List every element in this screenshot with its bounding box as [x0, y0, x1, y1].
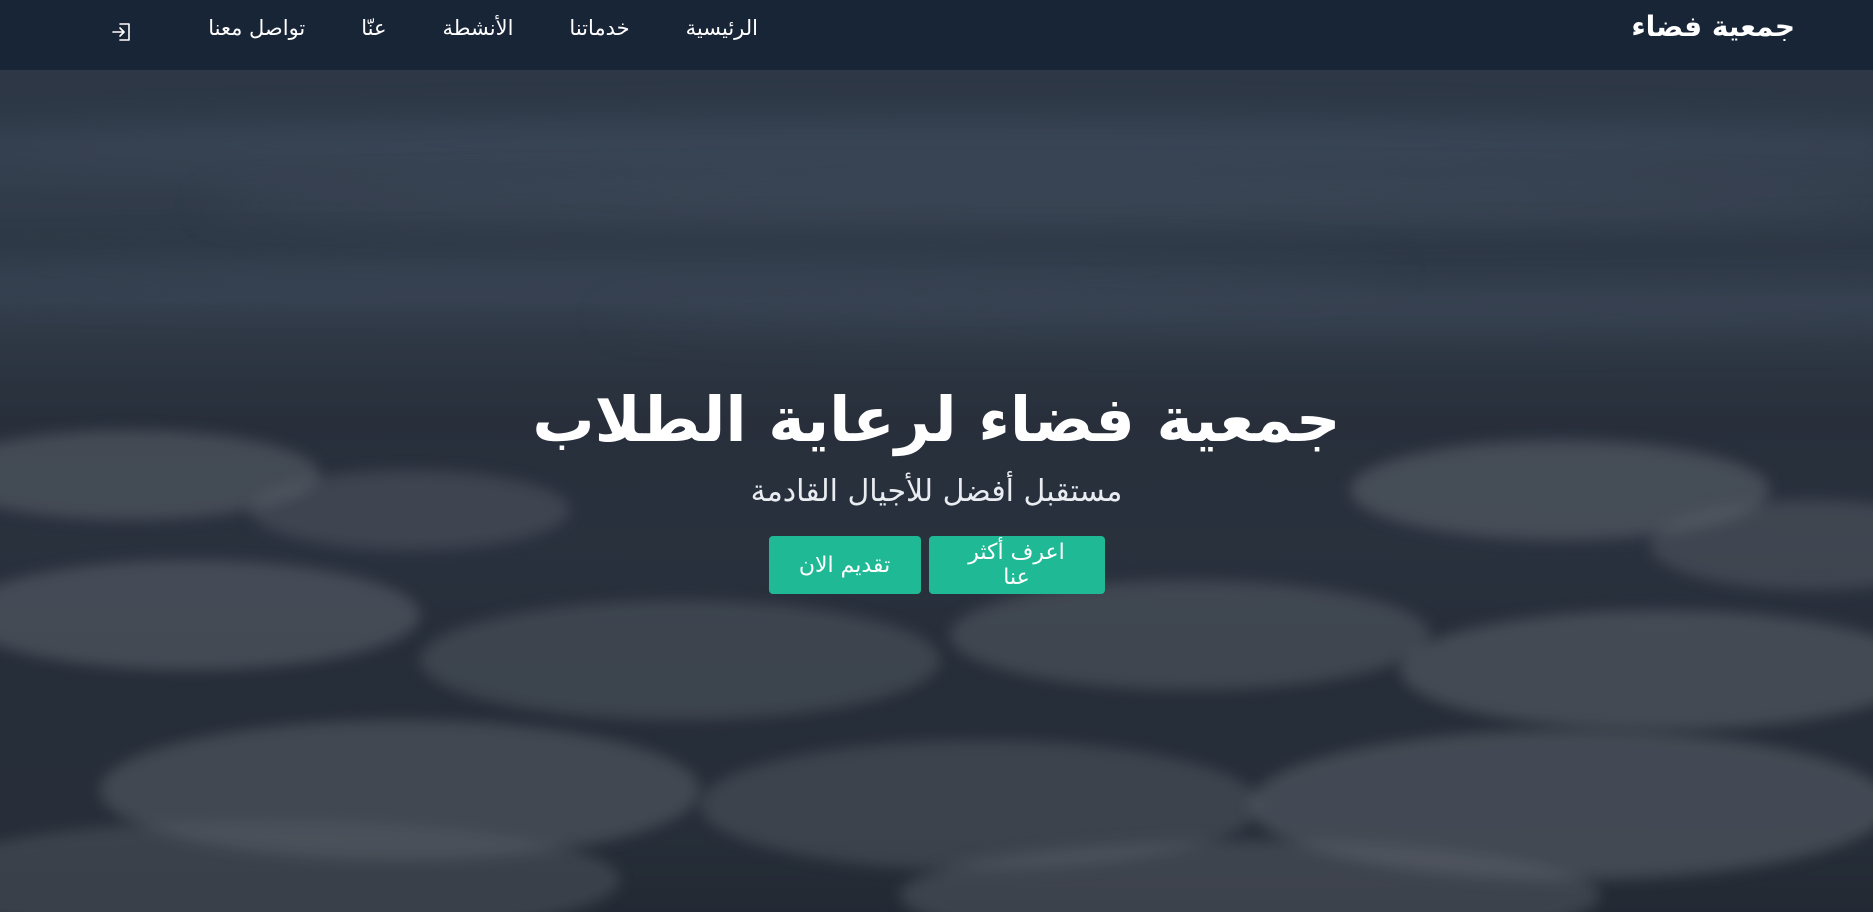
login-icon[interactable] — [110, 20, 134, 44]
nav-item-contact: تواصل معنا — [208, 16, 305, 40]
nav-link-home[interactable]: الرئيسية — [686, 16, 758, 40]
nav-link-services[interactable]: خدماتنا — [569, 16, 629, 40]
learn-more-button[interactable]: اعرف أكثر عنا — [928, 536, 1105, 594]
nav-item-home: الرئيسية — [686, 16, 758, 40]
brand-logo[interactable]: جمعية فضاء — [1631, 10, 1795, 43]
hero-subtitle: مستقبل أفضل للأجيال القادمة — [750, 474, 1123, 509]
apply-now-button[interactable]: تقديم الان — [768, 536, 921, 594]
nav-item-activities: الأنشطة — [443, 16, 514, 40]
hero-section: جمعية فضاء لرعاية الطلاب مستقبل أفضل للأ… — [0, 380, 1873, 594]
nav-menu: الرئيسية خدماتنا الأنشطة عنّا تواصل معنا — [208, 16, 758, 40]
nav-link-contact[interactable]: تواصل معنا — [208, 16, 305, 40]
hero-title: جمعية فضاء لرعاية الطلاب — [532, 383, 1341, 456]
nav-item-about: عنّا — [361, 16, 386, 40]
login-icon-graphic — [112, 23, 130, 41]
navbar: جمعية فضاء الرئيسية خدماتنا الأنشطة عنّا… — [0, 0, 1873, 70]
nav-link-about[interactable]: عنّا — [361, 16, 386, 40]
nav-item-services: خدماتنا — [569, 16, 629, 40]
hero-buttons: اعرف أكثر عنا تقديم الان — [0, 536, 1873, 594]
nav-link-activities[interactable]: الأنشطة — [443, 16, 514, 40]
